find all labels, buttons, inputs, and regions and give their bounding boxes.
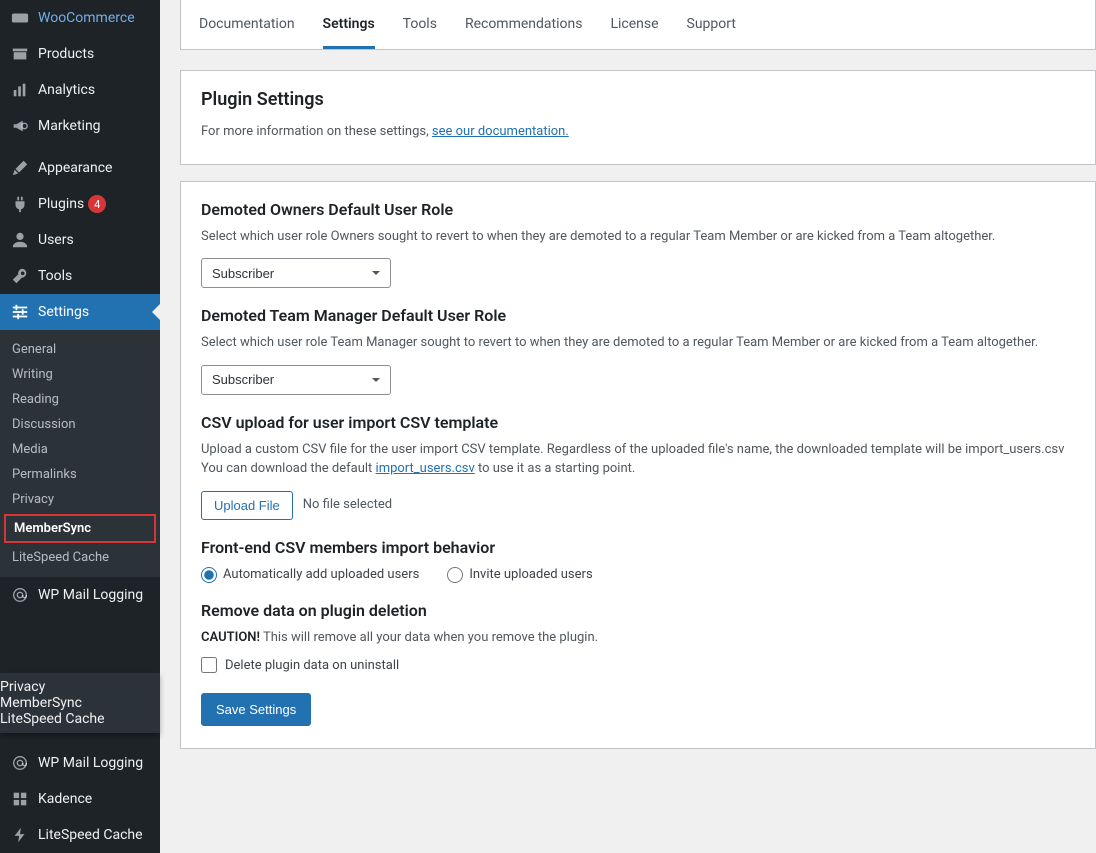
- sidebar-item-plugins[interactable]: Plugins4: [0, 186, 160, 222]
- import-users-csv-link[interactable]: import_users.csv: [376, 461, 475, 476]
- tab-settings[interactable]: Settings: [323, 0, 375, 49]
- remove-data-heading: Remove data on plugin deletion: [201, 601, 1075, 620]
- sidebar-item-users[interactable]: Users: [0, 222, 160, 258]
- frontend-csv-heading: Front-end CSV members import behavior: [201, 538, 1075, 557]
- radio-auto-add[interactable]: Automatically add uploaded users: [201, 567, 419, 583]
- delete-data-checkbox[interactable]: [201, 657, 217, 673]
- at-icon: [10, 753, 30, 773]
- documentation-link[interactable]: see our documentation.: [432, 124, 569, 139]
- csv-upload-heading: CSV upload for user import CSV template: [201, 413, 1075, 432]
- sidebar-sub-permalinks[interactable]: Permalinks: [0, 462, 160, 487]
- demoted-manager-heading: Demoted Team Manager Default User Role: [201, 306, 1075, 325]
- intro-text: For more information on these settings,: [201, 124, 432, 139]
- sidebar-flyout: PrivacyMemberSyncLiteSpeed Cache: [0, 673, 160, 733]
- kadence-icon: [10, 789, 30, 809]
- bolt-icon: [10, 825, 30, 845]
- badge: 4: [88, 195, 106, 213]
- tab-documentation[interactable]: Documentation: [199, 0, 295, 49]
- at-icon: [10, 585, 30, 605]
- sidebar-item-litespeed-cache[interactable]: LiteSpeed Cache: [0, 817, 160, 853]
- tab-tools[interactable]: Tools: [403, 0, 437, 49]
- brush-icon: [10, 158, 30, 178]
- sidebar-sub-reading[interactable]: Reading: [0, 387, 160, 412]
- plugin-settings-heading: Plugin Settings: [201, 89, 1075, 110]
- sidebar-item-appearance[interactable]: Appearance: [0, 150, 160, 186]
- user-icon: [10, 230, 30, 250]
- wrench-icon: [10, 266, 30, 286]
- sidebar-sub-litespeed-cache[interactable]: LiteSpeed Cache: [0, 711, 160, 727]
- tab-license[interactable]: License: [610, 0, 658, 49]
- sidebar-item-wp-mail-logging[interactable]: WP Mail Logging: [0, 745, 160, 781]
- sidebar-item-marketing[interactable]: Marketing: [0, 108, 160, 144]
- sidebar-sub-general[interactable]: General: [0, 337, 160, 362]
- sidebar-item-analytics[interactable]: Analytics: [0, 72, 160, 108]
- radio-auto-add-input[interactable]: [201, 567, 217, 583]
- radio-invite-input[interactable]: [447, 567, 463, 583]
- sidebar-sub-membersync[interactable]: MemberSync: [0, 695, 160, 711]
- sidebar-item-kadence[interactable]: Kadence: [0, 781, 160, 817]
- upload-status: No file selected: [303, 495, 392, 515]
- main-content: Documentation Settings Tools Recommendation…: [160, 0, 1096, 853]
- demoted-manager-select[interactable]: Subscriber: [201, 365, 391, 395]
- megaphone-icon: [10, 116, 30, 136]
- sidebar-sub-privacy[interactable]: Privacy: [0, 679, 160, 695]
- sidebar-sub-privacy[interactable]: Privacy: [0, 487, 160, 512]
- archive-icon: [10, 44, 30, 64]
- tab-support[interactable]: Support: [687, 0, 736, 49]
- delete-data-checkbox-row[interactable]: Delete plugin data on uninstall: [201, 657, 1075, 673]
- sidebar-sub-litespeed-cache[interactable]: LiteSpeed Cache: [0, 545, 160, 570]
- sidebar-item-wp-mail-logging[interactable]: WP Mail Logging: [0, 577, 160, 613]
- sidebar-sub-media[interactable]: Media: [0, 437, 160, 462]
- upload-file-button[interactable]: Upload File: [201, 491, 293, 520]
- caution-label: CAUTION!: [201, 630, 260, 645]
- tabs-row: Documentation Settings Tools Recommendation…: [181, 0, 1095, 49]
- intro-box: Plugin Settings For more information on …: [180, 70, 1096, 165]
- sidebar-sub-writing[interactable]: Writing: [0, 362, 160, 387]
- demoted-owners-desc: Select which user role Owners sought to …: [201, 227, 1075, 247]
- sidebar-item-products[interactable]: Products: [0, 36, 160, 72]
- sidebar-sub-membersync[interactable]: MemberSync: [4, 514, 156, 543]
- radio-invite[interactable]: Invite uploaded users: [447, 567, 592, 583]
- csv-upload-desc1: Upload a custom CSV file for the user im…: [201, 440, 1075, 460]
- tabs-panel: Documentation Settings Tools Recommendation…: [180, 0, 1096, 50]
- demoted-manager-desc: Select which user role Team Manager soug…: [201, 333, 1075, 353]
- sidebar-item-woocommerce[interactable]: WooCommerce: [0, 0, 160, 36]
- chart-icon: [10, 80, 30, 100]
- tab-recommendations[interactable]: Recommendations: [465, 0, 583, 49]
- sidebar-sub-discussion[interactable]: Discussion: [0, 412, 160, 437]
- demoted-owners-heading: Demoted Owners Default User Role: [201, 200, 1075, 219]
- save-settings-button[interactable]: Save Settings: [201, 693, 311, 726]
- sidebar-item-tools[interactable]: Tools: [0, 258, 160, 294]
- demoted-owners-select[interactable]: Subscriber: [201, 258, 391, 288]
- settings-form: Demoted Owners Default User Role Select …: [180, 181, 1096, 750]
- sidebar-submenu: GeneralWritingReadingDiscussionMediaPerm…: [0, 330, 160, 577]
- woo-icon: [10, 8, 30, 28]
- admin-sidebar: WooCommerceProductsAnalyticsMarketing App…: [0, 0, 160, 853]
- plug-icon: [10, 194, 30, 214]
- sliders-icon: [10, 302, 30, 322]
- sidebar-item-settings[interactable]: Settings: [0, 294, 160, 330]
